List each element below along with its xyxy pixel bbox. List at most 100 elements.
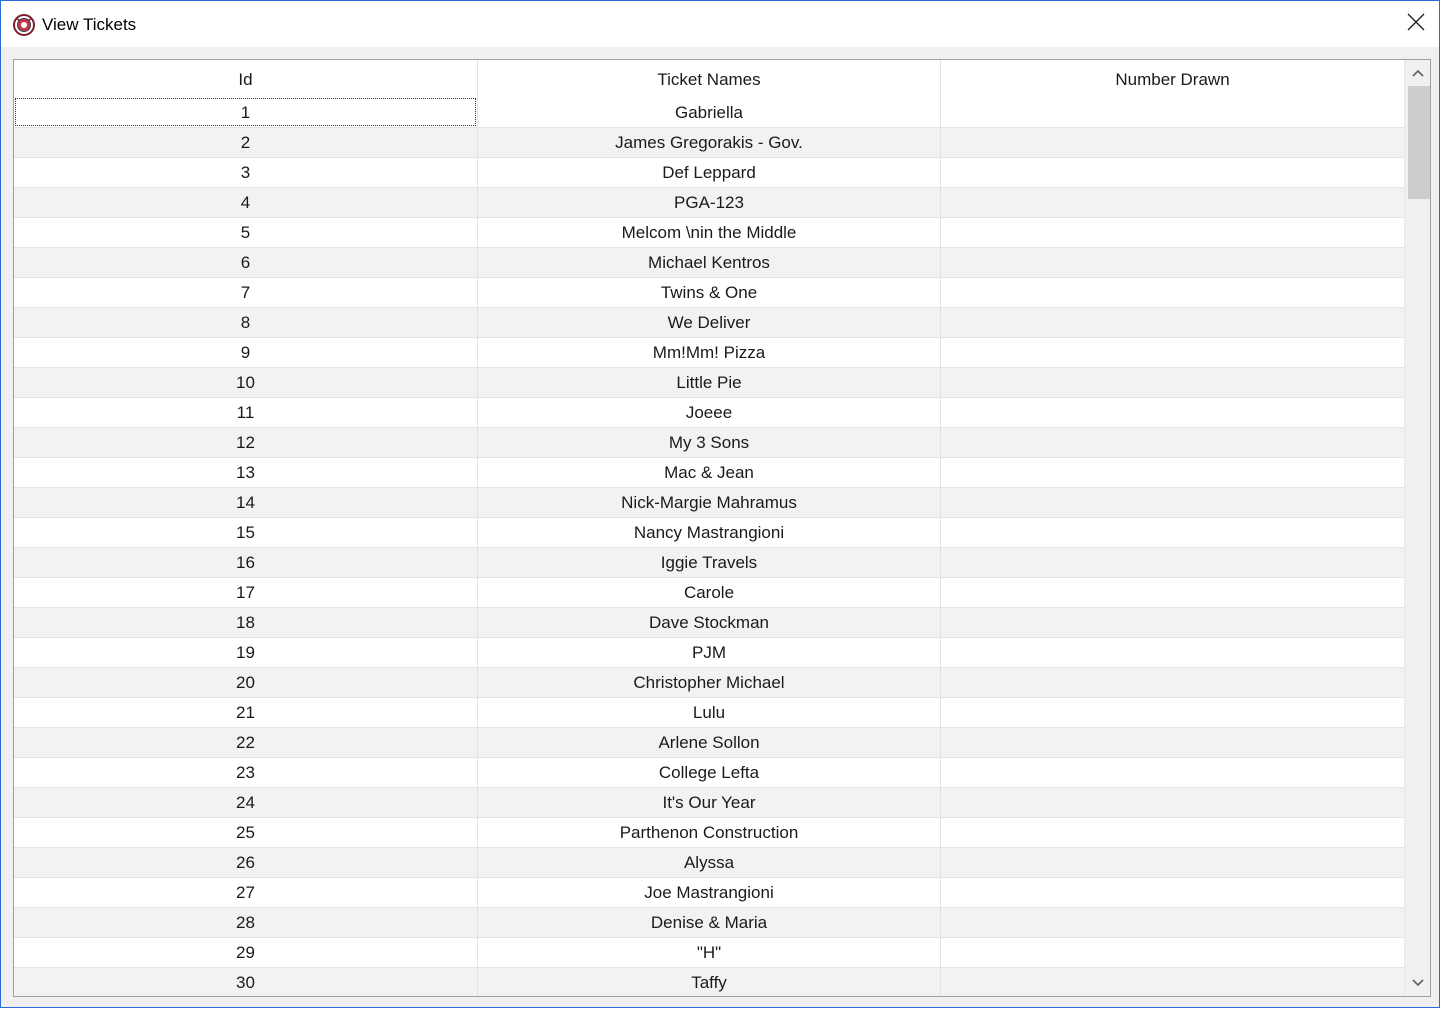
cell-number-drawn[interactable]: [940, 278, 1404, 308]
cell-ticket-name[interactable]: Joe Mastrangioni: [477, 878, 940, 908]
table-row[interactable]: 21 Lulu: [14, 698, 1404, 728]
cell-id[interactable]: 24: [14, 788, 477, 818]
scroll-up-button[interactable]: [1405, 60, 1430, 86]
cell-number-drawn[interactable]: [940, 158, 1404, 188]
scroll-thumb[interactable]: [1408, 86, 1430, 199]
cell-ticket-name[interactable]: Mm!Mm! Pizza: [477, 338, 940, 368]
cell-ticket-name[interactable]: Gabriella: [477, 98, 940, 128]
cell-id[interactable]: 21: [14, 698, 477, 728]
cell-ticket-name[interactable]: Def Leppard: [477, 158, 940, 188]
cell-number-drawn[interactable]: [940, 638, 1404, 668]
table-row[interactable]: 26 Alyssa: [14, 848, 1404, 878]
table-row[interactable]: 20 Christopher Michael: [14, 668, 1404, 698]
cell-number-drawn[interactable]: [940, 188, 1404, 218]
cell-number-drawn[interactable]: [940, 218, 1404, 248]
cell-id[interactable]: 22: [14, 728, 477, 758]
cell-id[interactable]: 6: [14, 248, 477, 278]
cell-ticket-name[interactable]: Mac & Jean: [477, 458, 940, 488]
cell-id[interactable]: 28: [14, 908, 477, 938]
cell-id[interactable]: 4: [14, 188, 477, 218]
table-row[interactable]: 27 Joe Mastrangioni: [14, 878, 1404, 908]
cell-id[interactable]: 23: [14, 758, 477, 788]
cell-ticket-name[interactable]: Christopher Michael: [477, 668, 940, 698]
table-row[interactable]: 18 Dave Stockman: [14, 608, 1404, 638]
cell-ticket-name[interactable]: It's Our Year: [477, 788, 940, 818]
cell-number-drawn[interactable]: [940, 788, 1404, 818]
table-row[interactable]: 6 Michael Kentros: [14, 248, 1404, 278]
cell-id[interactable]: 9: [14, 338, 477, 368]
table-row[interactable]: 28 Denise & Maria: [14, 908, 1404, 938]
table-row[interactable]: 15 Nancy Mastrangioni: [14, 518, 1404, 548]
cell-ticket-name[interactable]: Dave Stockman: [477, 608, 940, 638]
table-row[interactable]: 22 Arlene Sollon: [14, 728, 1404, 758]
column-header-ticket-names[interactable]: Ticket Names: [478, 60, 940, 98]
cell-id[interactable]: 7: [14, 278, 477, 308]
cell-id[interactable]: 16: [14, 548, 477, 578]
cell-number-drawn[interactable]: [940, 308, 1404, 338]
cell-id[interactable]: 11: [14, 398, 477, 428]
cell-ticket-name[interactable]: College Lefta: [477, 758, 940, 788]
table-row[interactable]: 11 Joeee: [14, 398, 1404, 428]
cell-number-drawn[interactable]: [940, 338, 1404, 368]
table-row[interactable]: 13 Mac & Jean: [14, 458, 1404, 488]
column-header-id[interactable]: Id: [14, 60, 477, 98]
cell-ticket-name[interactable]: Little Pie: [477, 368, 940, 398]
cell-id[interactable]: 20: [14, 668, 477, 698]
table-row[interactable]: 30 Taffy: [14, 968, 1404, 996]
table-row[interactable]: 3 Def Leppard: [14, 158, 1404, 188]
cell-id[interactable]: 15: [14, 518, 477, 548]
table-row[interactable]: 19 PJM: [14, 638, 1404, 668]
cell-ticket-name[interactable]: Denise & Maria: [477, 908, 940, 938]
cell-number-drawn[interactable]: [940, 248, 1404, 278]
cell-ticket-name[interactable]: My 3 Sons: [477, 428, 940, 458]
table-row[interactable]: 9 Mm!Mm! Pizza: [14, 338, 1404, 368]
cell-ticket-name[interactable]: Taffy: [477, 968, 940, 996]
cell-number-drawn[interactable]: [940, 128, 1404, 158]
cell-number-drawn[interactable]: [940, 488, 1404, 518]
cell-id[interactable]: 17: [14, 578, 477, 608]
cell-ticket-name[interactable]: Iggie Travels: [477, 548, 940, 578]
table-row[interactable]: 5 Melcom \nin the Middle: [14, 218, 1404, 248]
cell-ticket-name[interactable]: Lulu: [477, 698, 940, 728]
cell-number-drawn[interactable]: [940, 758, 1404, 788]
scroll-down-button[interactable]: [1405, 970, 1430, 996]
cell-id[interactable]: 18: [14, 608, 477, 638]
cell-id[interactable]: 13: [14, 458, 477, 488]
cell-number-drawn[interactable]: [940, 458, 1404, 488]
cell-number-drawn[interactable]: [940, 578, 1404, 608]
column-header-number-drawn[interactable]: Number Drawn: [941, 60, 1404, 98]
vertical-scrollbar[interactable]: [1404, 60, 1430, 996]
cell-ticket-name[interactable]: We Deliver: [477, 308, 940, 338]
cell-number-drawn[interactable]: [940, 428, 1404, 458]
cell-ticket-name[interactable]: Nick-Margie Mahramus: [477, 488, 940, 518]
cell-number-drawn[interactable]: [940, 398, 1404, 428]
table-row[interactable]: 7 Twins & One: [14, 278, 1404, 308]
cell-id[interactable]: 26: [14, 848, 477, 878]
cell-ticket-name[interactable]: Twins & One: [477, 278, 940, 308]
cell-number-drawn[interactable]: [940, 368, 1404, 398]
cell-ticket-name[interactable]: Arlene Sollon: [477, 728, 940, 758]
cell-number-drawn[interactable]: [940, 908, 1404, 938]
table-row[interactable]: 12 My 3 Sons: [14, 428, 1404, 458]
cell-number-drawn[interactable]: [940, 518, 1404, 548]
table-row[interactable]: 10 Little Pie: [14, 368, 1404, 398]
close-button[interactable]: [1393, 1, 1439, 47]
cell-number-drawn[interactable]: [940, 608, 1404, 638]
cell-id[interactable]: 10: [14, 368, 477, 398]
cell-id[interactable]: 30: [14, 968, 477, 996]
table-row[interactable]: 4 PGA-123: [14, 188, 1404, 218]
cell-number-drawn[interactable]: [940, 968, 1404, 996]
cell-id[interactable]: 2: [14, 128, 477, 158]
table-row[interactable]: 1 Gabriella: [14, 98, 1404, 128]
cell-number-drawn[interactable]: [940, 848, 1404, 878]
table-row[interactable]: 29 "H": [14, 938, 1404, 968]
cell-ticket-name[interactable]: PJM: [477, 638, 940, 668]
tickets-table[interactable]: Id Ticket Names Number Drawn 1 Gabriella 2…: [13, 59, 1431, 997]
cell-number-drawn[interactable]: [940, 878, 1404, 908]
cell-id[interactable]: 5: [14, 218, 477, 248]
cell-id[interactable]: 12: [14, 428, 477, 458]
cell-number-drawn[interactable]: [940, 818, 1404, 848]
table-row[interactable]: 24 It's Our Year: [14, 788, 1404, 818]
cell-ticket-name[interactable]: Michael Kentros: [477, 248, 940, 278]
table-row[interactable]: 23 College Lefta: [14, 758, 1404, 788]
